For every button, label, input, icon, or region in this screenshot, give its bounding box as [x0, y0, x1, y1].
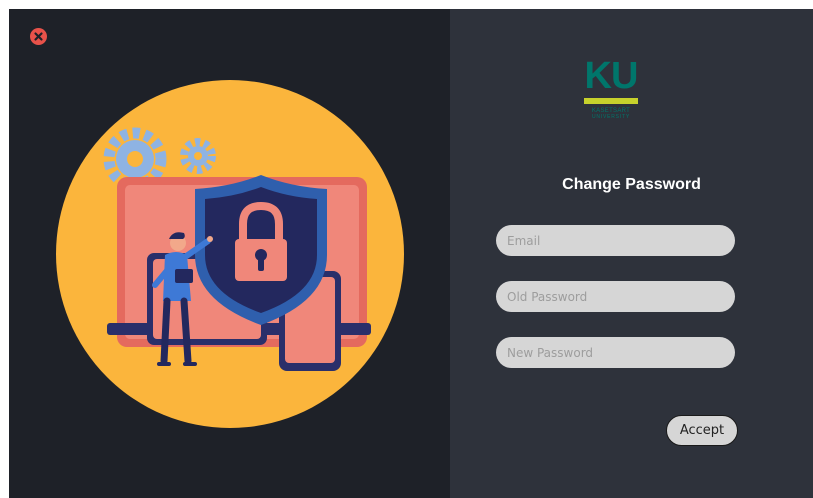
logo-text: KU	[584, 55, 639, 97]
accept-button[interactable]: Accept	[666, 415, 738, 446]
page-title: Change Password	[562, 176, 701, 193]
university-logo: KU KASETSART UNIVERSITY	[580, 56, 642, 136]
old-password-field[interactable]	[496, 281, 735, 312]
logo-bar	[584, 98, 638, 104]
close-button[interactable]	[30, 28, 47, 45]
change-password-window: KU KASETSART UNIVERSITY Change Password …	[9, 9, 813, 498]
form-panel: KU KASETSART UNIVERSITY Change Password …	[450, 9, 813, 498]
close-icon	[34, 32, 43, 41]
new-password-field[interactable]	[496, 337, 735, 368]
logo-line-2: UNIVERSITY	[591, 114, 630, 120]
security-illustration	[56, 80, 404, 428]
illustration-panel	[9, 9, 450, 498]
email-field[interactable]	[496, 225, 735, 256]
